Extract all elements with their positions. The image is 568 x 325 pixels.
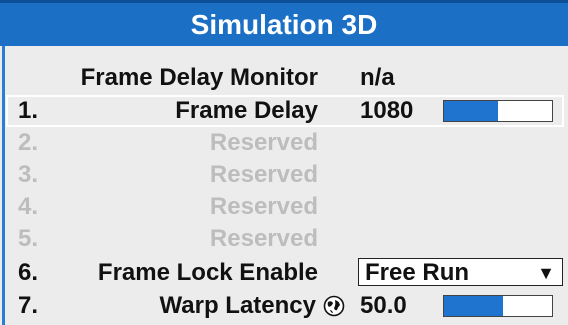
frame-delay-monitor-row: Frame Delay Monitor n/a (0, 62, 568, 94)
item-number: 5. (18, 225, 39, 252)
frame-delay-label: Frame Delay (175, 97, 318, 124)
frame-delay-monitor-value: n/a (360, 64, 395, 91)
menu-item-frame-delay[interactable]: 1. Frame Delay 1080 (0, 95, 568, 127)
menu-item-frame-lock-enable[interactable]: 6. Frame Lock Enable Free Run ▼ (0, 257, 568, 289)
simulation-3d-menu: Simulation 3D Frame Delay Monitor n/a 1.… (0, 0, 568, 325)
frame-delay-slider[interactable] (443, 100, 553, 122)
frame-lock-dropdown[interactable]: Free Run ▼ (358, 258, 563, 286)
item-number: 7. (18, 292, 39, 319)
warp-latency-value: 50.0 (360, 292, 407, 319)
item-number: 1. (18, 97, 39, 124)
warp-latency-label: Warp Latency (159, 292, 316, 319)
item-number: 6. (18, 259, 39, 286)
slider-fill (444, 296, 504, 316)
menu-item-reserved-4: 4. Reserved (0, 191, 568, 223)
dropdown-arrow-icon[interactable]: ▼ (537, 263, 555, 284)
menu-item-reserved-5: 5. Reserved (0, 223, 568, 255)
menu-item-reserved-3: 3. Reserved (0, 159, 568, 191)
menu-item-reserved-2: 2. Reserved (0, 127, 568, 159)
item-number: 3. (18, 161, 39, 188)
reserved-label: Reserved (209, 193, 318, 220)
warp-latency-slider[interactable] (443, 295, 553, 317)
menu-title: Simulation 3D (0, 0, 568, 46)
slider-fill (444, 101, 498, 121)
item-number: 2. (18, 129, 39, 156)
item-number: 4. (18, 193, 39, 220)
reserved-label: Reserved (209, 129, 318, 156)
frame-lock-enable-label: Frame Lock Enable (97, 259, 318, 286)
reserved-label: Reserved (209, 161, 318, 188)
reserved-label: Reserved (209, 225, 318, 252)
frame-delay-value: 1080 (360, 97, 414, 124)
dropdown-value: Free Run (365, 259, 470, 286)
frame-delay-monitor-label: Frame Delay Monitor (80, 64, 318, 91)
globe-icon (323, 295, 345, 317)
menu-item-warp-latency[interactable]: 7. Warp Latency 50.0 (0, 290, 568, 322)
